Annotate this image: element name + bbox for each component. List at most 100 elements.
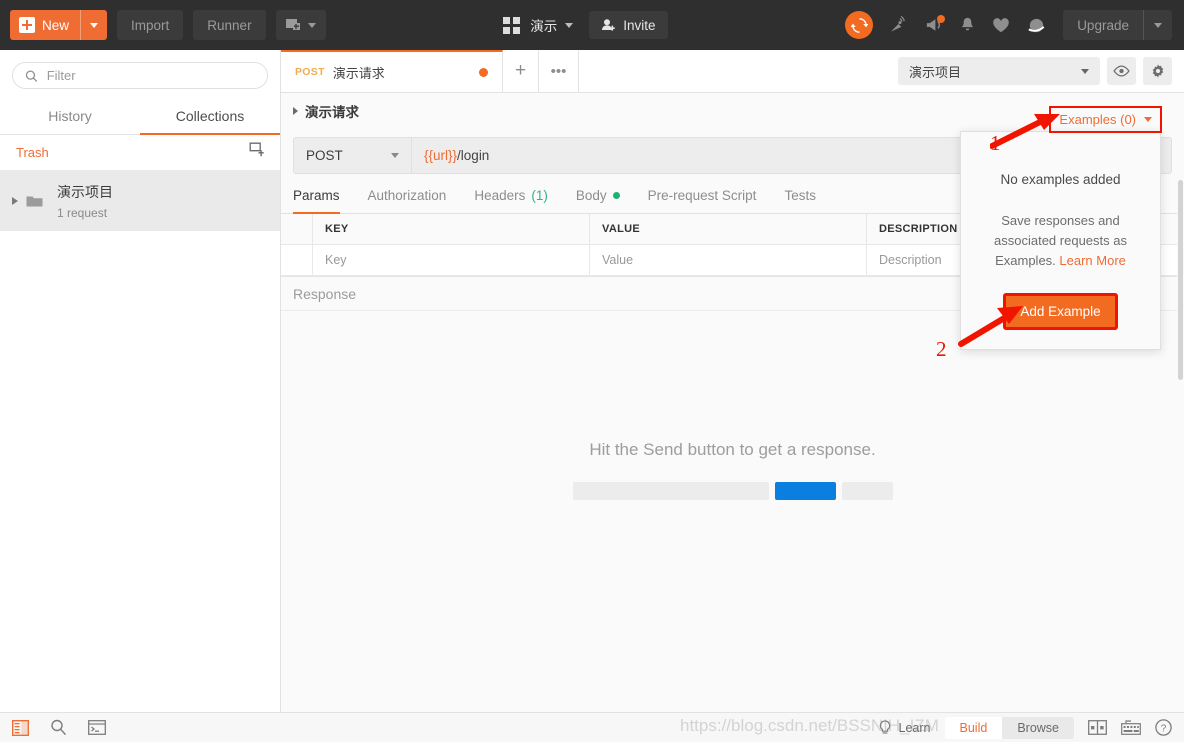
- invite-label: Invite: [623, 17, 656, 33]
- http-method-label: POST: [306, 148, 343, 163]
- sidebar-toggle-icon: [12, 719, 29, 736]
- new-button[interactable]: New: [10, 10, 108, 40]
- bell-button[interactable]: [959, 16, 976, 34]
- heart-icon: [993, 17, 1009, 32]
- search-box[interactable]: [12, 62, 268, 89]
- illustration-bar-right: [841, 482, 893, 500]
- response-empty-state: Hit the Send button to get a response.: [281, 440, 1184, 500]
- tab-tests-label: Tests: [784, 188, 816, 203]
- sidebar-tabs: History Collections: [0, 99, 280, 135]
- chevron-down-icon[interactable]: [565, 22, 574, 28]
- chevron-down-icon: [307, 22, 316, 28]
- runner-button[interactable]: Runner: [193, 10, 266, 40]
- tab-history[interactable]: History: [0, 99, 140, 134]
- heart-button[interactable]: [992, 17, 1010, 34]
- environment-select[interactable]: 演示项目: [898, 57, 1100, 85]
- chevron-down-icon: [90, 22, 99, 28]
- top-toolbar: New Import Runner 演示 Invite Upgrade: [0, 0, 1184, 50]
- tab-collections[interactable]: Collections: [140, 99, 280, 135]
- planet-icon: [1028, 18, 1045, 32]
- gear-icon: [1152, 64, 1163, 78]
- sidebar: History Collections Trash 演示项目 1 request: [0, 50, 281, 712]
- help-button[interactable]: ?: [1155, 719, 1172, 736]
- two-pane-icon: [1088, 720, 1107, 735]
- chevron-down-icon: [1153, 22, 1162, 28]
- url-path: /login: [457, 148, 490, 163]
- keyboard-icon: [1121, 720, 1141, 735]
- empty-state-text: Hit the Send button to get a response.: [589, 440, 876, 459]
- filter-wrapper: [0, 50, 280, 99]
- request-tab-title: 演示请求: [332, 65, 385, 81]
- antenna-button[interactable]: [889, 16, 908, 34]
- workspace-name[interactable]: 演示: [530, 15, 557, 35]
- tab-pre-request-script-label: Pre-request Script: [647, 188, 757, 203]
- header-key: KEY: [313, 214, 590, 245]
- search-input[interactable]: [46, 68, 255, 83]
- segment-browse[interactable]: Browse: [1002, 717, 1074, 739]
- url-variable: {{url}}: [424, 148, 458, 163]
- tab-headers-label: Headers: [474, 188, 526, 203]
- environment-bar: 演示项目: [881, 50, 1184, 93]
- status-bar-right: Learn Build Browse ?: [878, 716, 1172, 739]
- row-key-input[interactable]: Key: [313, 245, 590, 276]
- annotation-label-2: 2: [936, 337, 947, 361]
- tab-params[interactable]: Params: [293, 188, 340, 214]
- trash-row: Trash: [0, 135, 280, 171]
- learn-more-link[interactable]: Learn More: [1059, 253, 1125, 268]
- unsaved-indicator: [479, 67, 488, 77]
- new-collection-button[interactable]: [249, 142, 266, 163]
- person-add-icon: [602, 19, 616, 31]
- find-button[interactable]: [50, 719, 67, 736]
- eye-icon: [1113, 65, 1130, 77]
- collection-texts: 演示项目 1 request: [57, 182, 113, 220]
- search-icon: [51, 719, 67, 736]
- upgrade-caret[interactable]: [1142, 10, 1172, 40]
- keyboard-shortcuts-button[interactable]: [1121, 720, 1141, 735]
- satellite-antenna-icon: [891, 16, 906, 32]
- environment-quick-look-button[interactable]: [1107, 57, 1136, 85]
- console-icon: [88, 720, 106, 735]
- import-button[interactable]: Import: [117, 10, 184, 40]
- request-tab-active[interactable]: POST 演示请求: [281, 50, 503, 92]
- upgrade-button[interactable]: Upgrade: [1063, 10, 1172, 40]
- tab-pre-request-script[interactable]: Pre-request Script: [648, 188, 757, 213]
- collection-item-0[interactable]: 演示项目 1 request: [0, 171, 280, 231]
- row-value-input[interactable]: Value: [590, 245, 867, 276]
- sync-icon: [850, 17, 868, 33]
- environment-settings-button[interactable]: [1143, 57, 1172, 85]
- segment-build[interactable]: Build: [944, 716, 1003, 739]
- breadcrumb-label: 演示请求: [305, 104, 359, 120]
- sidebar-toggle-button[interactable]: [12, 719, 29, 736]
- tab-options-button[interactable]: •••: [539, 50, 579, 92]
- examples-dropdown-button[interactable]: Examples (0): [1049, 106, 1162, 133]
- new-tab-button[interactable]: +: [503, 50, 539, 92]
- grid-icon[interactable]: [503, 16, 521, 34]
- trash-link[interactable]: Trash: [16, 145, 49, 160]
- new-collection-icon: [249, 142, 264, 157]
- chevron-right-icon[interactable]: [12, 197, 18, 205]
- add-example-button[interactable]: Add Example: [1003, 293, 1118, 331]
- console-button[interactable]: [88, 720, 106, 735]
- planet-button[interactable]: [1026, 16, 1047, 35]
- bulb-icon: [879, 719, 890, 734]
- main-scrollbar[interactable]: [1177, 100, 1184, 742]
- invite-button[interactable]: Invite: [589, 11, 668, 39]
- learn-button[interactable]: Learn: [878, 719, 931, 736]
- tab-tests[interactable]: Tests: [784, 188, 816, 213]
- new-dropdown-caret[interactable]: [80, 10, 107, 40]
- annotation-label-1: 1: [990, 131, 1001, 155]
- search-icon: [25, 69, 38, 82]
- row-checkbox-cell[interactable]: [281, 245, 313, 276]
- collection-name: 演示项目: [57, 184, 113, 200]
- tab-authorization[interactable]: Authorization: [368, 188, 447, 213]
- new-button-label: New: [42, 17, 70, 33]
- header-checkbox-cell: [281, 214, 313, 245]
- sync-button[interactable]: [845, 11, 874, 39]
- chevron-right-icon[interactable]: [293, 106, 298, 115]
- open-new-window-button[interactable]: [275, 10, 326, 40]
- megaphone-button[interactable]: [924, 15, 946, 34]
- http-method-select[interactable]: POST: [293, 137, 411, 174]
- tab-headers[interactable]: Headers (1): [474, 188, 548, 213]
- two-pane-button[interactable]: [1088, 720, 1107, 735]
- tab-body[interactable]: Body: [576, 188, 620, 213]
